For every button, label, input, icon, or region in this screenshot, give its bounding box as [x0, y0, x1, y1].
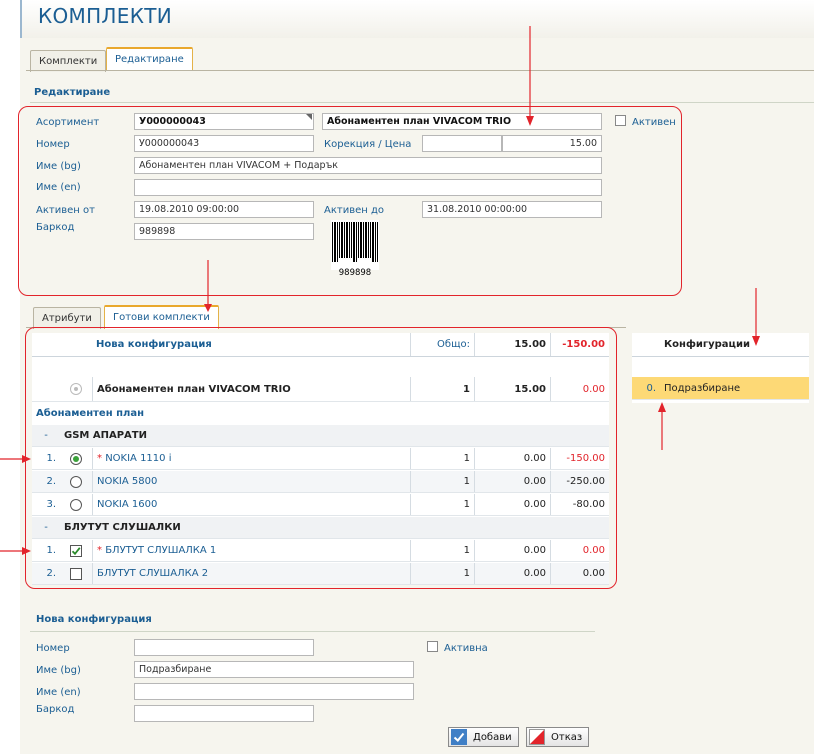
annotation-arrows	[0, 26, 760, 555]
